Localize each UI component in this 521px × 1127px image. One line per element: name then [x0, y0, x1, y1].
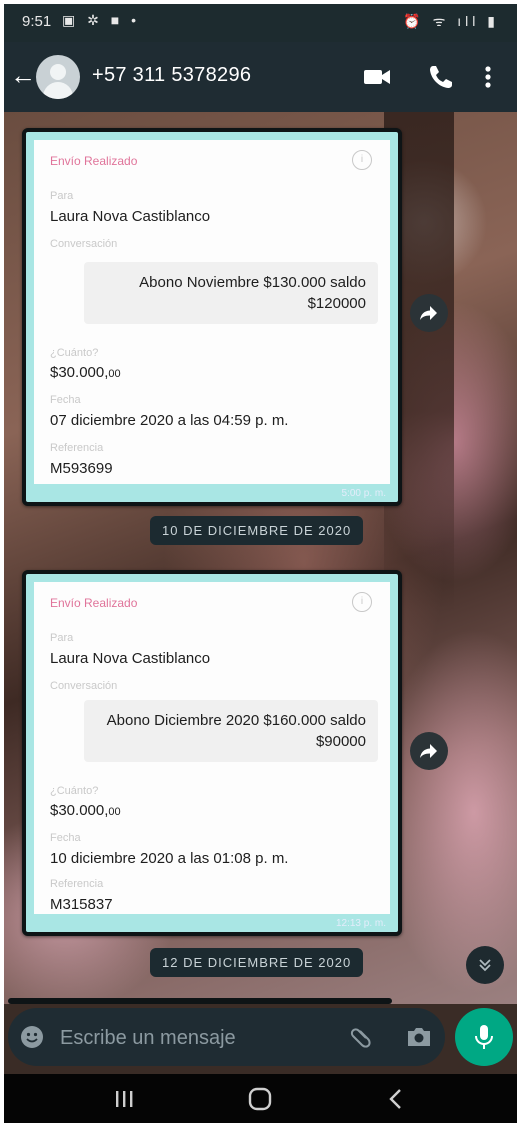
- conversation-label: Conversación: [50, 680, 118, 692]
- contact-name[interactable]: +57 311 5378296: [92, 64, 251, 87]
- camera-icon[interactable]: [405, 1024, 433, 1050]
- receipt-body: Envío Realizado i Para Laura Nova Castib…: [34, 582, 390, 914]
- attach-icon[interactable]: [348, 1024, 374, 1050]
- composer-bar: [4, 1004, 517, 1074]
- date-divider: 12 DE DICIEMBRE DE 2020: [150, 948, 364, 977]
- message-time: 5:00 p. m.: [341, 488, 386, 499]
- receipt-title: Envío Realizado: [50, 596, 138, 610]
- amount-main: $30.000,: [50, 364, 109, 381]
- amount-value: $30.000,00: [50, 802, 121, 819]
- recipient-name: Laura Nova Castiblanco: [50, 650, 211, 667]
- date-label: Fecha: [50, 832, 81, 844]
- reference-value: M593699: [50, 460, 113, 477]
- date-value: 07 diciembre 2020 a las 04:59 p. m.: [50, 412, 289, 429]
- message-time: 12:13 p. m.: [335, 918, 386, 929]
- chat-wallpaper: Envío Realizado i Para Laura Nova Castib…: [4, 112, 517, 1004]
- phone-icon[interactable]: [424, 60, 458, 94]
- status-bar: 9:51 ▣ ✲ ■ • ⏰ ᯤ ıll ▮: [4, 4, 517, 42]
- receipt-title: Envío Realizado: [50, 154, 138, 168]
- forward-icon[interactable]: [410, 732, 448, 770]
- amount-value: $30.000,00: [50, 364, 121, 381]
- phone-screen: 9:51 ▣ ✲ ■ • ⏰ ᯤ ıll ▮ ← +57 311 5378296…: [4, 4, 517, 1123]
- date-divider: 10 DE DICIEMBRE DE 2020: [150, 516, 364, 545]
- amount-main: $30.000,: [50, 802, 109, 819]
- back-nav-icon[interactable]: [376, 1086, 416, 1112]
- status-time: 9:51: [22, 13, 52, 30]
- back-arrow-icon[interactable]: ←: [10, 60, 36, 90]
- forward-icon[interactable]: [410, 294, 448, 332]
- status-notification-icons: ▣ ✲ ■ •: [62, 12, 140, 28]
- amount-label: ¿Cuánto?: [50, 347, 99, 359]
- more-options-icon[interactable]: [478, 60, 498, 94]
- reference-label: Referencia: [50, 442, 104, 454]
- system-nav-bar: [4, 1074, 517, 1123]
- receipt-body: Envío Realizado i Para Laura Nova Castib…: [34, 140, 390, 484]
- image-message-receipt-1[interactable]: Envío Realizado i Para Laura Nova Castib…: [22, 128, 402, 506]
- amount-cents: 00: [108, 368, 121, 380]
- message-input[interactable]: [58, 1018, 332, 1058]
- info-icon: i: [352, 592, 372, 612]
- status-system-icons: ⏰ ᯤ ıll ▮: [403, 13, 499, 29]
- avatar-head-shape: [50, 64, 66, 80]
- reference-value: M315837: [50, 896, 113, 913]
- conversation-text: Abono Diciembre 2020 $160.000 saldo $900…: [84, 700, 378, 762]
- date-value: 10 diciembre 2020 a las 01:08 p. m.: [50, 850, 289, 867]
- amount-cents: 00: [108, 806, 121, 818]
- para-label: Para: [50, 190, 74, 202]
- avatar[interactable]: [36, 55, 80, 99]
- info-icon: i: [352, 150, 372, 170]
- image-message-receipt-2[interactable]: Envío Realizado i Para Laura Nova Castib…: [22, 570, 402, 936]
- amount-label: ¿Cuánto?: [50, 785, 99, 797]
- mic-icon: [475, 1025, 493, 1049]
- conversation-label: Conversación: [50, 238, 118, 250]
- home-icon[interactable]: [240, 1086, 280, 1112]
- avatar-body-shape: [43, 82, 73, 99]
- date-label: Fecha: [50, 394, 81, 406]
- video-call-icon[interactable]: [360, 60, 394, 94]
- reference-label: Referencia: [50, 878, 104, 890]
- scroll-down-icon[interactable]: [466, 946, 504, 984]
- emoji-icon[interactable]: [20, 1025, 44, 1049]
- message-composer: [8, 1008, 445, 1066]
- recipient-name: Laura Nova Castiblanco: [50, 208, 211, 225]
- conversation-text: Abono Noviembre $130.000 saldo $120000: [84, 262, 378, 324]
- recent-apps-icon[interactable]: [104, 1086, 144, 1112]
- mic-button[interactable]: [455, 1008, 513, 1066]
- para-label: Para: [50, 632, 74, 644]
- chat-header: ← +57 311 5378296: [4, 42, 517, 112]
